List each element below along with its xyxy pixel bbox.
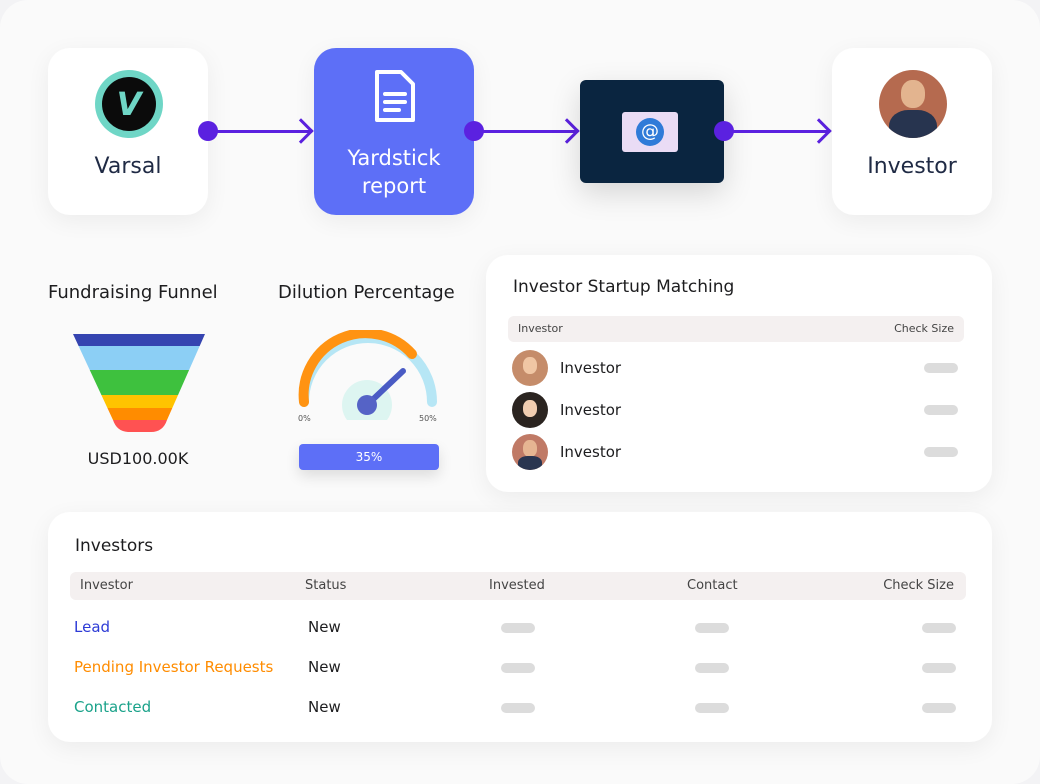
varsal-node[interactable]: V Varsal bbox=[48, 48, 208, 215]
check-size-placeholder bbox=[924, 405, 958, 415]
funnel-value: USD100.00K bbox=[87, 449, 189, 468]
dilution-title: Dilution Percentage bbox=[278, 282, 455, 303]
col-status: Status bbox=[305, 578, 347, 593]
matching-row[interactable]: Investor bbox=[512, 434, 962, 470]
investor-avatar bbox=[879, 70, 947, 138]
investor-category[interactable]: Pending Investor Requests bbox=[74, 658, 273, 676]
investors-title: Investors bbox=[75, 536, 154, 556]
funnel-stage bbox=[73, 420, 205, 432]
investor-label: Investor bbox=[867, 154, 957, 179]
investor-name: Investor bbox=[560, 443, 622, 461]
avatar bbox=[512, 350, 548, 386]
check-size-placeholder bbox=[924, 363, 958, 373]
avatar bbox=[512, 392, 548, 428]
yardstick-label: Yardstick report bbox=[347, 146, 441, 198]
col-invested: Invested bbox=[489, 578, 545, 593]
funnel-stage bbox=[73, 370, 205, 395]
investor-name: Investor bbox=[560, 401, 622, 419]
col-investor: Investor bbox=[80, 578, 133, 593]
matching-card: Investor Startup Matching Investor Check… bbox=[486, 255, 992, 492]
col-contact: Contact bbox=[687, 578, 738, 593]
investor-node[interactable]: Investor bbox=[832, 48, 992, 215]
document-icon bbox=[375, 70, 415, 122]
investor-name: Investor bbox=[560, 359, 622, 377]
investors-card: Investors Investor Status Invested Conta… bbox=[48, 512, 992, 742]
col-investor: Investor bbox=[518, 322, 563, 335]
varsal-label: Varsal bbox=[94, 154, 162, 179]
yardstick-report-node[interactable]: Yardstick report bbox=[314, 48, 474, 215]
avatar bbox=[512, 434, 548, 470]
varsal-logo: V bbox=[95, 70, 163, 138]
contact-placeholder bbox=[695, 663, 729, 673]
invested-placeholder bbox=[501, 663, 535, 673]
col-check-size: Check Size bbox=[894, 322, 954, 335]
investor-category[interactable]: Contacted bbox=[74, 698, 151, 716]
funnel-stage bbox=[73, 334, 205, 346]
status: New bbox=[308, 658, 341, 676]
check-size-placeholder bbox=[924, 447, 958, 457]
invested-placeholder bbox=[501, 623, 535, 633]
contact-placeholder bbox=[695, 623, 729, 633]
matching-row[interactable]: Investor bbox=[512, 392, 962, 428]
matching-row[interactable]: Investor bbox=[512, 350, 962, 386]
email-at-icon: @ bbox=[622, 112, 678, 152]
email-node[interactable]: @ bbox=[580, 80, 724, 183]
gauge-max-label: 50% bbox=[419, 414, 437, 423]
status: New bbox=[308, 698, 341, 716]
invested-placeholder bbox=[501, 703, 535, 713]
check-size-placeholder bbox=[922, 703, 956, 713]
contact-placeholder bbox=[695, 703, 729, 713]
dilution-value-badge: 35% bbox=[299, 444, 439, 470]
investor-row-lead[interactable]: Lead New bbox=[74, 618, 958, 638]
funnel-stage bbox=[73, 408, 205, 420]
funnel-stage bbox=[73, 395, 205, 408]
funnel-title: Fundraising Funnel bbox=[48, 282, 218, 303]
status: New bbox=[308, 618, 341, 636]
funnel-chart bbox=[73, 334, 205, 432]
matching-table-header: Investor Check Size bbox=[508, 316, 964, 342]
dilution-gauge bbox=[298, 330, 437, 420]
investor-row-contacted[interactable]: Contacted New bbox=[74, 698, 958, 718]
investors-table-header: Investor Status Invested Contact Check S… bbox=[70, 572, 966, 600]
funnel-stage bbox=[73, 346, 205, 370]
col-check-size: Check Size bbox=[883, 578, 954, 593]
check-size-placeholder bbox=[922, 623, 956, 633]
investor-row-pending[interactable]: Pending Investor Requests New bbox=[74, 658, 958, 678]
check-size-placeholder bbox=[922, 663, 956, 673]
investor-category[interactable]: Lead bbox=[74, 618, 110, 636]
gauge-min-label: 0% bbox=[298, 414, 311, 423]
matching-title: Investor Startup Matching bbox=[513, 277, 735, 297]
